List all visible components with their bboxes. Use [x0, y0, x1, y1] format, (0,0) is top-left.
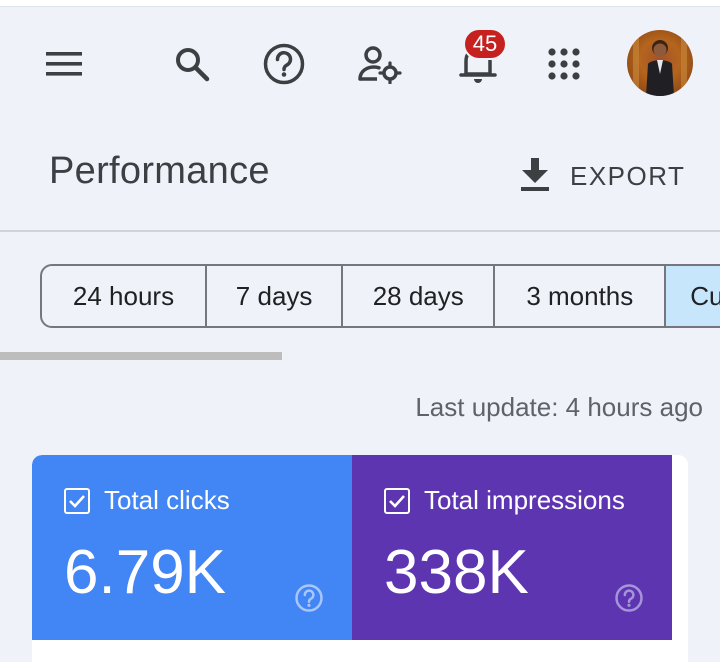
total-clicks-label: Total clicks: [104, 485, 230, 515]
tab-24-hours[interactable]: 24 hours: [42, 266, 208, 326]
last-update-text: Last update: 4 hours ago: [415, 392, 703, 422]
menu-icon[interactable]: [40, 42, 88, 86]
tab-28-days[interactable]: 28 days: [343, 266, 496, 326]
tab-3-months[interactable]: 3 months: [495, 266, 667, 326]
help-icon[interactable]: [614, 583, 644, 613]
header-divider: [0, 230, 720, 232]
help-icon[interactable]: [294, 583, 324, 613]
admin-settings-icon[interactable]: [354, 40, 406, 88]
total-clicks-value: 6.79K: [64, 538, 227, 607]
date-range-selector: 24 hours 7 days 28 days 3 months Cu: [40, 264, 720, 328]
horizontal-scrollbar[interactable]: [0, 352, 282, 360]
notification-count-badge: 45: [463, 28, 507, 60]
page-title: Performance: [49, 150, 270, 192]
account-avatar[interactable]: [627, 30, 693, 96]
total-impressions-label: Total impressions: [424, 485, 625, 515]
export-button[interactable]: EXPORT: [518, 154, 685, 198]
total-clicks-card[interactable]: Total clicks 6.79K: [32, 455, 352, 640]
checkbox-icon[interactable]: [384, 487, 410, 514]
tab-custom[interactable]: Cu: [666, 266, 720, 326]
top-edge: [0, 0, 720, 7]
search-icon[interactable]: [168, 40, 216, 88]
metric-cards: Total clicks 6.79K Total impressions 338…: [32, 455, 688, 662]
checkbox-icon[interactable]: [64, 487, 90, 514]
tab-7-days[interactable]: 7 days: [207, 266, 344, 326]
total-impressions-card[interactable]: Total impressions 338K: [352, 455, 672, 640]
apps-icon[interactable]: [540, 40, 588, 88]
export-label: EXPORT: [570, 160, 686, 191]
total-impressions-value: 338K: [384, 538, 529, 607]
help-icon[interactable]: [260, 40, 308, 88]
download-icon: [518, 156, 552, 197]
